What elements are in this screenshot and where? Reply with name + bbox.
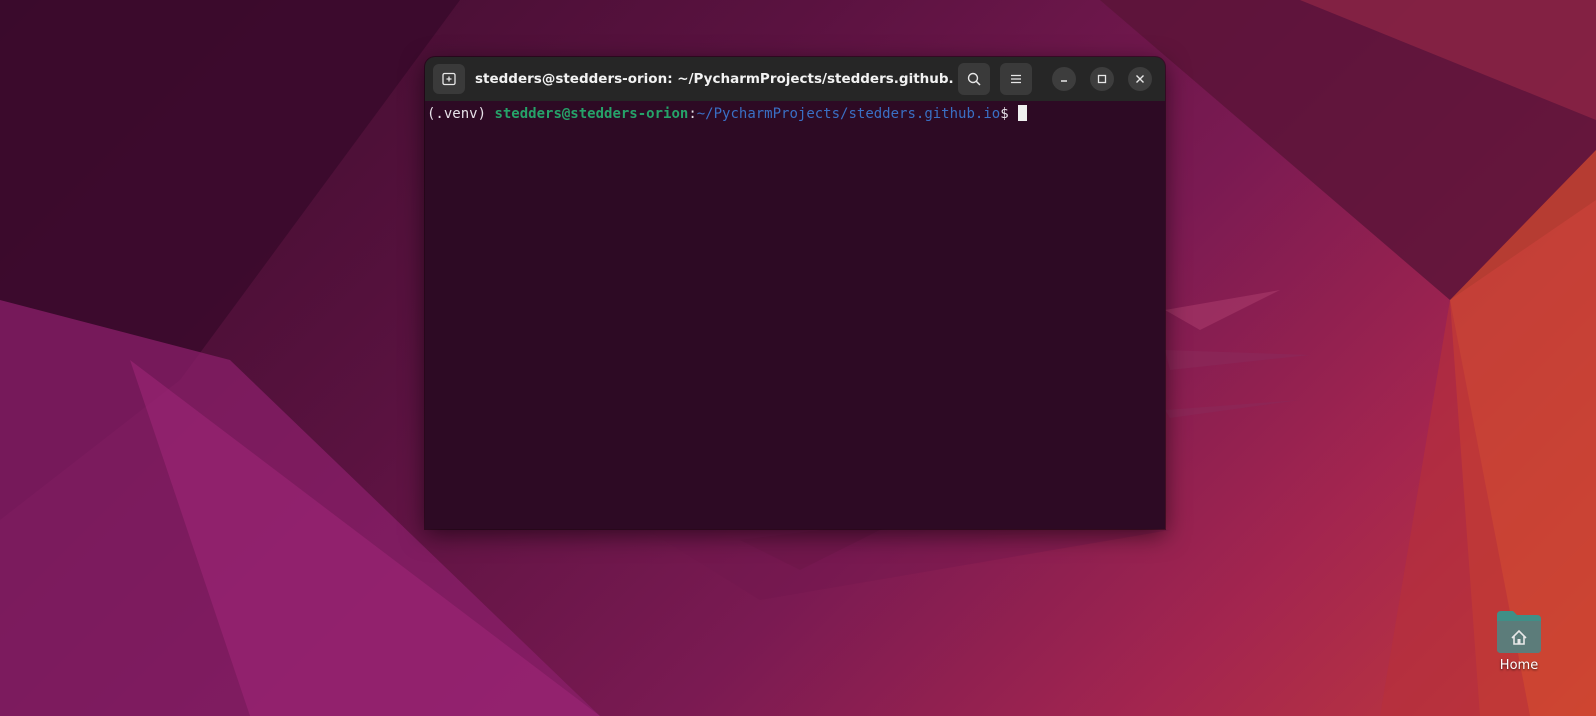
new-tab-button[interactable] — [433, 64, 465, 94]
prompt-colon: : — [688, 106, 697, 122]
menu-button[interactable] — [1000, 63, 1032, 95]
minimize-button[interactable] — [1052, 67, 1076, 91]
close-button[interactable] — [1128, 67, 1152, 91]
terminal-window[interactable]: stedders@stedders-orion: ~/PycharmProjec… — [425, 57, 1165, 529]
home-folder-shortcut[interactable]: Home — [1491, 607, 1547, 682]
prompt-dollar: $ — [1000, 106, 1018, 122]
new-tab-icon — [442, 72, 456, 86]
maximize-icon — [1097, 74, 1107, 84]
prompt-venv: (.venv) — [427, 106, 495, 122]
text-cursor — [1018, 105, 1028, 121]
minimize-icon — [1061, 80, 1067, 82]
close-icon — [1136, 75, 1144, 83]
hamburger-menu-icon — [1011, 74, 1021, 84]
prompt-user-host: stedders@stedders-orion — [494, 106, 689, 122]
search-icon — [967, 72, 981, 86]
maximize-button[interactable] — [1090, 67, 1114, 91]
shell-prompt: (.venv) stedders@stedders-orion:~/Pychar… — [427, 105, 1028, 123]
prompt-path: ~/PycharmProjects/stedders.github.io — [696, 106, 1001, 122]
terminal-output-area[interactable]: (.venv) stedders@stedders-orion:~/Pychar… — [425, 101, 1165, 529]
home-label: Home — [1499, 658, 1539, 673]
folder-home-icon — [1497, 611, 1541, 653]
search-button[interactable] — [958, 63, 990, 95]
window-title: stedders@stedders-orion: ~/PycharmProjec… — [475, 71, 953, 87]
terminal-titlebar[interactable]: stedders@stedders-orion: ~/PycharmProjec… — [425, 57, 1165, 102]
